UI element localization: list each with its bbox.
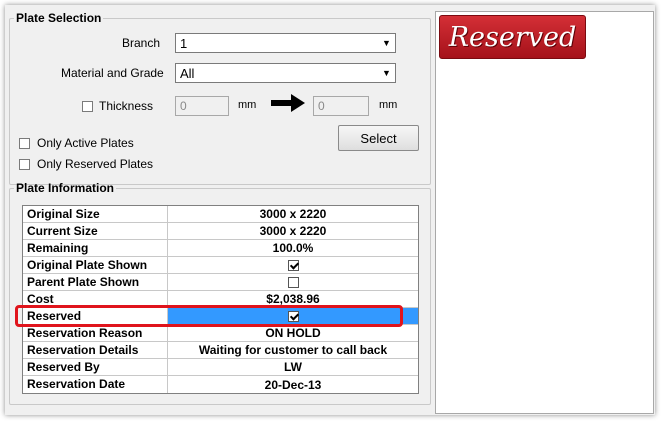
checkbox-unchecked-icon[interactable] <box>287 276 299 288</box>
row-checkbox-cell <box>168 257 418 273</box>
chevron-down-icon[interactable]: ▼ <box>378 64 395 82</box>
plate-window: Plate Selection Branch 1 ▼ Material and … <box>5 5 655 415</box>
table-row[interactable]: Remaining 100.0% <box>23 240 418 257</box>
row-value: LW <box>284 360 302 374</box>
plate-information-title: Plate Information <box>16 181 115 195</box>
row-checkbox-cell <box>168 274 418 290</box>
row-value: 20-Dec-13 <box>264 377 322 392</box>
row-key: Reservation Reason <box>23 325 168 341</box>
branch-label: Branch <box>122 36 161 50</box>
row-key: Current Size <box>23 223 168 239</box>
checkbox-checked-icon[interactable] <box>287 310 299 322</box>
row-key: Original Plate Shown <box>23 257 168 273</box>
thickness-checkbox[interactable] <box>82 101 93 112</box>
row-key: Reservation Details <box>23 342 168 358</box>
row-value: Waiting for customer to call back <box>198 343 388 357</box>
thickness-from-input[interactable]: 0 <box>175 96 229 116</box>
row-value: 100.0% <box>272 241 314 255</box>
plate-selection-title: Plate Selection <box>16 11 102 25</box>
row-value: $2,038.96 <box>266 292 320 306</box>
branch-value: 1 <box>180 35 188 51</box>
arrow-right-icon <box>269 91 307 118</box>
row-value: 3000 x 2220 <box>259 224 327 238</box>
row-key: Reserved By <box>23 359 168 375</box>
table-row[interactable]: Original Plate Shown <box>23 257 418 274</box>
row-key: Cost <box>23 291 168 307</box>
row-key: Reservation Date <box>23 376 168 393</box>
table-row[interactable]: Reservation Reason ON HOLD <box>23 325 418 342</box>
chevron-down-icon[interactable]: ▼ <box>378 34 395 52</box>
checkbox-checked-icon[interactable] <box>287 259 299 271</box>
material-label: Material and Grade <box>61 66 164 80</box>
only-reserved-checkbox[interactable] <box>19 159 30 170</box>
table-row[interactable]: Original Size 3000 x 2220 <box>23 206 418 223</box>
row-key: Reserved <box>23 308 168 324</box>
material-value: All <box>180 65 195 81</box>
table-row[interactable]: Reservation Details Waiting for customer … <box>23 342 418 359</box>
only-reserved-label: Only Reserved Plates <box>37 157 154 171</box>
thickness-label: Thickness <box>99 99 154 113</box>
thickness-to-input[interactable]: 0 <box>313 96 369 116</box>
reserved-stamp: Reserved <box>439 15 586 59</box>
table-row[interactable]: Current Size 3000 x 2220 <box>23 223 418 240</box>
thickness-from-unit: mm <box>238 99 257 111</box>
plate-info-table: Original Size 3000 x 2220 Current Size 3000… <box>22 205 419 394</box>
table-row[interactable]: Reserved By LW <box>23 359 418 376</box>
only-active-label: Only Active Plates <box>37 136 134 150</box>
table-row[interactable]: Cost $2,038.96 <box>23 291 418 308</box>
row-key: Parent Plate Shown <box>23 274 168 290</box>
row-key: Original Size <box>23 206 168 222</box>
branch-combo[interactable]: 1 ▼ <box>175 33 396 53</box>
select-button[interactable]: Select <box>338 125 419 151</box>
only-active-checkbox[interactable] <box>19 138 30 149</box>
row-value: 3000 x 2220 <box>259 207 327 221</box>
thickness-to-unit: mm <box>379 99 398 111</box>
table-row[interactable]: Reserved <box>23 308 418 325</box>
row-checkbox-cell <box>168 308 418 324</box>
row-value: ON HOLD <box>265 326 321 340</box>
plate-preview-panel: Reserved <box>435 11 654 414</box>
table-row[interactable]: Parent Plate Shown <box>23 274 418 291</box>
table-row[interactable]: Reservation Date 20-Dec-13 <box>23 376 418 393</box>
row-key: Remaining <box>23 240 168 256</box>
material-combo[interactable]: All ▼ <box>175 63 396 83</box>
